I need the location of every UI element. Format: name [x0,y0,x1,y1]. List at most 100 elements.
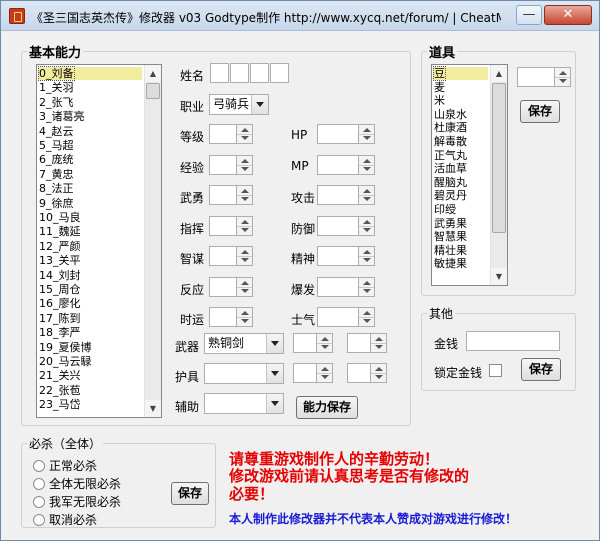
money-input[interactable] [466,331,560,351]
armor-stat-b-stepper[interactable] [371,363,387,383]
character-list-item[interactable]: 4_赵云 [38,125,142,138]
character-list-item[interactable]: 12_严颜 [38,240,142,253]
armor-stat-a-stepper[interactable] [317,363,333,383]
character-list-item[interactable]: 22_张苞 [38,384,142,397]
armor-stat-a-input[interactable] [293,363,317,383]
character-list-item[interactable]: 11_魏延 [38,225,142,238]
burst-input[interactable] [317,276,359,297]
character-list-item[interactable]: 7_黄忠 [38,168,142,181]
item-list-scrollbar[interactable]: ▲ ▼ [490,65,507,285]
exp-stepper[interactable] [237,154,253,175]
lock-money-checkbox[interactable] [489,364,502,377]
defense-stepper[interactable] [359,215,375,236]
item-list-item[interactable]: 解毒散 [433,135,488,148]
weapon-stat-b-stepper[interactable] [371,333,387,353]
character-list-item[interactable]: 14_刘封 [38,269,142,282]
save-other-button[interactable]: 保存 [521,358,561,381]
radio-cancel-critical[interactable]: 取消必杀 [33,511,97,528]
weapon-stat-a-stepper[interactable] [317,333,333,353]
item-list-item[interactable]: 杜康酒 [433,121,488,134]
character-list-item[interactable]: 0_刘备 [38,66,142,81]
character-list-item[interactable]: 18_李严 [38,326,142,339]
scroll-down-icon[interactable]: ▼ [145,400,161,417]
intellect-input[interactable] [209,246,237,266]
level-input[interactable] [209,124,237,144]
item-list-item[interactable]: 智慧果 [433,230,488,243]
weapon-stat-b-input[interactable] [347,333,371,353]
name-char-2[interactable] [230,63,249,83]
scroll-up-icon[interactable]: ▲ [491,65,507,82]
armor-stat-b-input[interactable] [347,363,371,383]
chevron-down-icon[interactable] [251,95,268,114]
mp-stepper[interactable] [359,154,375,175]
intellect-stepper[interactable] [237,246,253,266]
character-list-item[interactable]: 16_廖化 [38,297,142,310]
force-input[interactable] [209,185,237,205]
minimize-button[interactable]: — [516,5,542,25]
character-list-item[interactable]: 6_庞统 [38,153,142,166]
aux-select[interactable] [204,393,284,414]
hp-input[interactable] [317,124,359,144]
character-list-item[interactable]: 21_关兴 [38,369,142,382]
scroll-down-icon[interactable]: ▼ [491,268,507,285]
spirit-input[interactable] [317,246,359,266]
item-count-stepper[interactable] [555,67,571,87]
item-list-item[interactable]: 敏捷果 [433,257,488,270]
item-list-item[interactable]: 印绶 [433,203,488,216]
armor-select[interactable] [204,363,284,384]
item-list-item[interactable]: 豆 [433,66,488,81]
command-input[interactable] [209,215,237,236]
radio-ally-infinite[interactable]: 我军无限必杀 [33,493,121,510]
item-list-item[interactable]: 活血草 [433,162,488,175]
hp-stepper[interactable] [359,124,375,144]
command-stepper[interactable] [237,215,253,236]
character-list-item[interactable]: 17_陈到 [38,312,142,325]
force-stepper[interactable] [237,185,253,205]
radio-normal-critical[interactable]: 正常必杀 [33,457,97,474]
chevron-down-icon[interactable] [266,334,283,353]
reaction-input[interactable] [209,276,237,297]
character-list-item[interactable]: 8_法正 [38,182,142,195]
character-list-scrollbar[interactable]: ▲ ▼ [144,65,161,417]
weapon-select[interactable]: 熟铜剑 [204,333,284,354]
character-list-item[interactable]: 13_关平 [38,254,142,267]
exp-input[interactable] [209,154,237,175]
luck-input[interactable] [209,307,237,327]
name-char-3[interactable] [250,63,269,83]
burst-stepper[interactable] [359,276,375,297]
save-items-button[interactable]: 保存 [520,100,560,123]
defense-input[interactable] [317,215,359,236]
character-list-item[interactable]: 20_马云騄 [38,355,142,368]
mp-input[interactable] [317,154,359,175]
item-count-input[interactable] [517,67,555,87]
save-critical-button[interactable]: 保存 [171,482,209,505]
character-list-item[interactable]: 2_张飞 [38,96,142,109]
character-list-item[interactable]: 19_夏侯博 [38,341,142,354]
scroll-thumb[interactable] [146,83,160,99]
item-list-item[interactable]: 醒脑丸 [433,176,488,189]
scroll-thumb[interactable] [492,83,506,233]
item-list-item[interactable]: 麦 [433,81,488,94]
weapon-stat-a-input[interactable] [293,333,317,353]
character-list-item[interactable]: 9_徐庶 [38,197,142,210]
radio-all-infinite[interactable]: 全体无限必杀 [33,475,121,492]
spirit-stepper[interactable] [359,246,375,266]
chevron-down-icon[interactable] [266,394,283,413]
attack-stepper[interactable] [359,185,375,205]
close-button[interactable]: ✕ [544,5,592,25]
item-list-item[interactable]: 碧灵丹 [433,189,488,202]
name-char-4[interactable] [270,63,289,83]
character-list-item[interactable]: 23_马岱 [38,398,142,411]
morale-input[interactable] [317,307,359,327]
reaction-stepper[interactable] [237,276,253,297]
item-list-item[interactable]: 正气丸 [433,149,488,162]
character-list-item[interactable]: 10_马良 [38,211,142,224]
level-stepper[interactable] [237,124,253,144]
morale-stepper[interactable] [359,307,375,327]
save-abilities-button[interactable]: 能力保存 [296,396,358,419]
chevron-down-icon[interactable] [266,364,283,383]
job-select[interactable]: 弓骑兵 [209,94,269,115]
item-list-item[interactable]: 精壮果 [433,244,488,257]
attack-input[interactable] [317,185,359,205]
luck-stepper[interactable] [237,307,253,327]
